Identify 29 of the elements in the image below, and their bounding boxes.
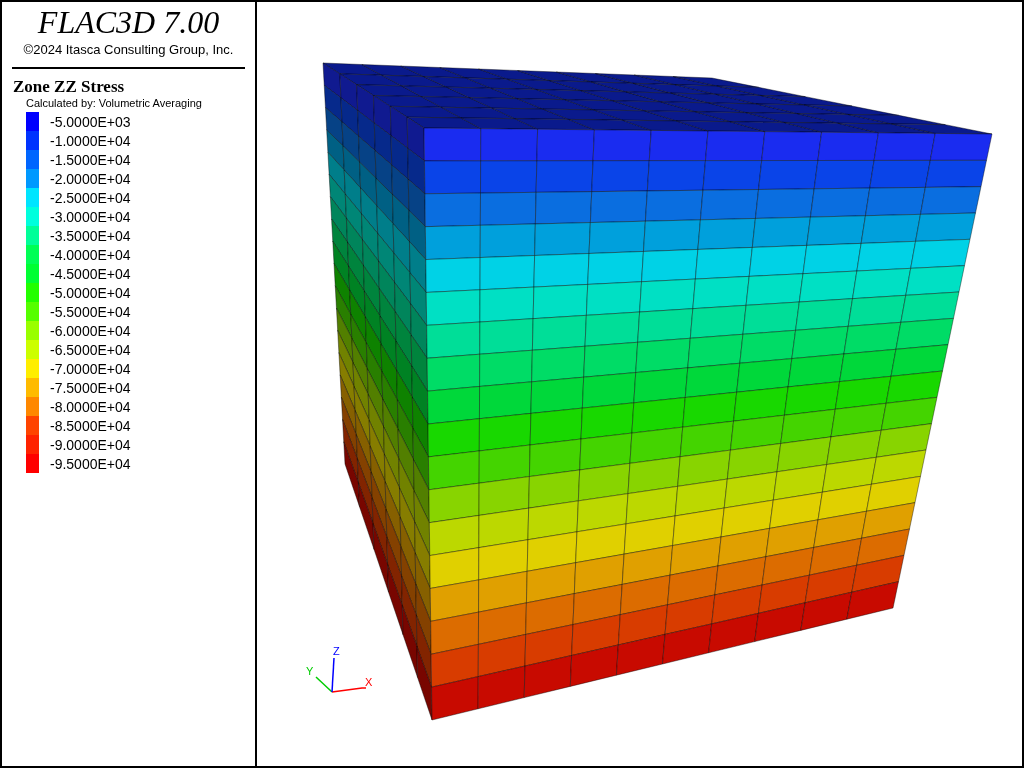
legend-value: -3.5000E+04 bbox=[50, 227, 131, 244]
legend-value: -7.5000E+04 bbox=[50, 379, 131, 396]
x-axis-line bbox=[331, 687, 367, 693]
legend-title: Zone ZZ Stress bbox=[13, 77, 126, 97]
legend-value: -6.0000E+04 bbox=[50, 322, 131, 339]
y-axis-line bbox=[315, 676, 333, 693]
z-axis-line bbox=[331, 657, 335, 693]
copyright-text: ©2024 Itasca Consulting Group, Inc. bbox=[22, 42, 235, 57]
x-axis-label: X bbox=[365, 676, 373, 688]
legend-value: -5.0000E+03 bbox=[50, 113, 131, 130]
legend-value: -4.0000E+04 bbox=[50, 246, 131, 263]
legend-value: -4.5000E+04 bbox=[50, 265, 131, 282]
legend-value: -1.0000E+04 bbox=[50, 132, 131, 149]
program-title: FLAC3D 7.00 bbox=[36, 4, 221, 40]
legend-value: -2.5000E+04 bbox=[50, 189, 131, 206]
legend-value: -3.0000E+04 bbox=[50, 208, 131, 225]
legend-value: -9.5000E+04 bbox=[50, 455, 131, 472]
legend-value: -6.5000E+04 bbox=[50, 341, 131, 358]
legend-value: -1.5000E+04 bbox=[50, 151, 131, 168]
legend-value: -5.0000E+04 bbox=[50, 284, 131, 301]
legend-value: -9.0000E+04 bbox=[50, 436, 131, 453]
legend-subtitle: Calculated by: Volumetric Averaging bbox=[26, 97, 203, 109]
z-axis-label: Z bbox=[333, 645, 340, 657]
legend-value: -7.0000E+04 bbox=[50, 360, 131, 377]
y-axis-label: Y bbox=[306, 665, 314, 677]
legend-value: -8.0000E+04 bbox=[50, 398, 131, 415]
legend-value: -5.5000E+04 bbox=[50, 303, 131, 320]
legend-value: -2.0000E+04 bbox=[50, 170, 131, 187]
legend-value: -8.5000E+04 bbox=[50, 417, 131, 434]
